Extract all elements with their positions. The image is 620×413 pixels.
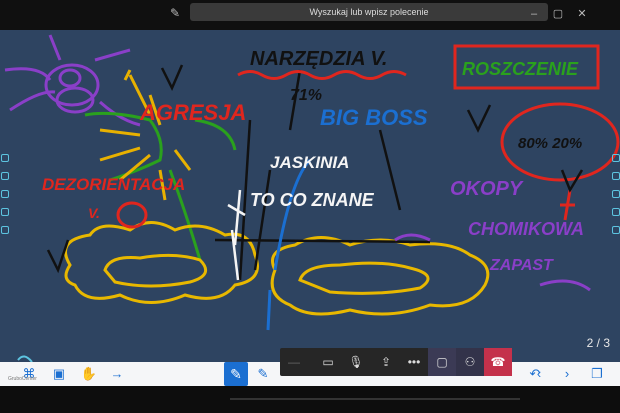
label-to-co-znane: TO CO ZNANE: [250, 190, 375, 210]
label-percent: 80% 20%: [518, 135, 582, 152]
red-small-circle: [116, 201, 148, 229]
window-controls: – ▢ ✕: [522, 4, 612, 20]
edge-tool-icon[interactable]: [1, 208, 9, 216]
more-icon[interactable]: •••: [400, 348, 428, 376]
close-icon[interactable]: ✕: [570, 7, 594, 20]
edit-icon[interactable]: ✎: [168, 6, 182, 20]
page-indicator: 2 / 3: [586, 336, 610, 350]
app-label: GruboCenter: [8, 376, 37, 382]
red-wave: [237, 70, 407, 80]
left-edge-tools: [0, 154, 9, 254]
scrollbar[interactable]: [230, 398, 520, 400]
video-off-icon[interactable]: ▭: [314, 348, 342, 376]
hand-icon[interactable]: ✋: [80, 366, 98, 382]
participants-icon[interactable]: ⚇: [456, 348, 484, 376]
edge-tool-icon[interactable]: [1, 172, 9, 180]
search-input[interactable]: Wyszukaj lub wpisz polecenie: [190, 3, 548, 21]
red-accents: [560, 189, 575, 221]
label-boss-pct: 71%: [290, 87, 322, 104]
label-agresja: AGRESJA: [139, 100, 246, 125]
label-narzedzia: NARZĘDZIA V.: [250, 48, 387, 70]
label-chomikowa: CHOMIKOWA: [468, 219, 584, 239]
label-jaskinia: JASKINIA: [270, 153, 349, 172]
title-bar: ✎ Wyszukaj lub wpisz polecenie – ▢ ✕: [0, 0, 620, 30]
maximize-icon[interactable]: ▢: [546, 7, 570, 20]
arrow-icon[interactable]: →: [108, 366, 126, 382]
bottom-strip: [0, 386, 620, 413]
label-okopy: OKOPY: [450, 178, 524, 200]
pen2-icon[interactable]: ✎: [254, 366, 272, 382]
next-icon[interactable]: ›: [558, 366, 576, 382]
hang-up-button[interactable]: ☎: [484, 348, 512, 376]
right-edge-tools: [611, 154, 620, 254]
label-dezorientacja: DEZORIENTACJA: [42, 175, 185, 194]
edge-tool-icon[interactable]: [612, 226, 620, 234]
label-zapast: ZAPAST: [489, 257, 554, 274]
share-icon[interactable]: ⇪: [372, 348, 400, 376]
edge-tool-icon[interactable]: [1, 190, 9, 198]
edge-tool-icon[interactable]: [1, 226, 9, 234]
prev-icon[interactable]: ‹: [530, 366, 548, 382]
edge-tool-icon[interactable]: [612, 172, 620, 180]
blank-slot: —: [288, 355, 300, 369]
edge-tool-icon[interactable]: [612, 208, 620, 216]
edge-tool-icon[interactable]: [612, 154, 620, 162]
label-big-boss: BIG BOSS: [320, 105, 428, 130]
pages-icon[interactable]: ❐: [588, 366, 606, 382]
whiteboard-canvas[interactable]: NARZĘDZIA V. AGRESJA DEZORIENTACJA BIG B…: [0, 30, 620, 362]
call-controls: — ▭ 🎙 ⇪ ••• ▢ ⚇ ☎: [280, 348, 512, 376]
edge-tool-icon[interactable]: [1, 154, 9, 162]
ink-lines: [214, 69, 431, 281]
label-v-mark: V.: [88, 205, 100, 221]
pen-icon[interactable]: ✎: [224, 362, 248, 386]
purple-swirl: [4, 34, 141, 127]
edge-tool-icon[interactable]: [612, 190, 620, 198]
image-icon[interactable]: ▣: [50, 366, 68, 382]
mic-off-icon[interactable]: 🎙: [342, 348, 370, 376]
label-roszczenie: ROSZCZENIE: [462, 59, 579, 79]
whiteboard-drawing: NARZĘDZIA V. AGRESJA DEZORIENTACJA BIG B…: [4, 34, 620, 362]
chat-icon[interactable]: ▢: [428, 348, 456, 376]
minimize-icon[interactable]: –: [522, 8, 546, 20]
